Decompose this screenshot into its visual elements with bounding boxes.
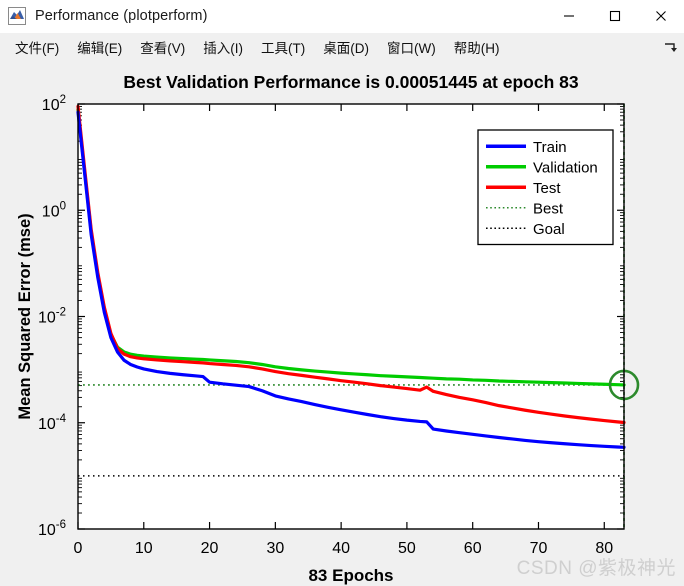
menu-item-desktop[interactable]: 桌面(D) xyxy=(314,35,378,59)
menu-item-edit[interactable]: 编辑(E) xyxy=(68,35,131,59)
chart-title: Best Validation Performance is 0.0005144… xyxy=(123,72,578,92)
menu-item-view[interactable]: 查看(V) xyxy=(131,35,194,59)
close-button[interactable] xyxy=(638,0,684,32)
x-tick-label: 10 xyxy=(135,540,153,557)
x-tick-label: 20 xyxy=(201,540,219,557)
legend-label-train: Train xyxy=(533,139,567,156)
window-controls xyxy=(546,0,684,32)
maximize-button[interactable] xyxy=(592,0,638,32)
plot-figure-area: Best Validation Performance is 0.0005144… xyxy=(0,61,684,586)
legend-label-validation: Validation xyxy=(533,159,598,176)
chart-legend[interactable]: Train Validation Test Best Goal xyxy=(477,129,614,246)
menu-item-tools[interactable]: 工具(T) xyxy=(252,35,314,59)
menu-item-file[interactable]: 文件(F) xyxy=(6,35,68,59)
menu-item-insert[interactable]: 插入(I) xyxy=(194,35,252,59)
x-tick-label: 40 xyxy=(332,540,350,557)
chevron-arrow-icon[interactable] xyxy=(662,40,678,56)
figure-window: Performance (plotperform) 文件(F) 编辑(E) 查看… xyxy=(0,0,684,586)
legend-label-best: Best xyxy=(533,200,564,217)
minimize-button[interactable] xyxy=(546,0,592,32)
y-axis-label: Mean Squared Error (mse) xyxy=(16,213,34,419)
window-title: Performance (plotperform) xyxy=(35,8,208,24)
menu-bar: 文件(F) 编辑(E) 查看(V) 插入(I) 工具(T) 桌面(D) 窗口(W… xyxy=(0,33,684,61)
menu-item-help[interactable]: 帮助(H) xyxy=(445,35,509,59)
x-tick-label: 30 xyxy=(266,540,284,557)
performance-plot[interactable]: Best Validation Performance is 0.0005144… xyxy=(0,61,684,586)
menu-item-window[interactable]: 窗口(W) xyxy=(378,35,445,59)
x-axis-label: 83 Epochs xyxy=(308,566,393,585)
matlab-membrane-icon xyxy=(8,7,26,25)
x-tick-label: 0 xyxy=(74,540,83,557)
legend-label-goal: Goal xyxy=(533,221,565,238)
csdn-watermark: CSDN @紫极神光 xyxy=(516,558,676,579)
window-title-bar: Performance (plotperform) xyxy=(0,0,684,33)
x-tick-label: 60 xyxy=(464,540,482,557)
legend-label-test: Test xyxy=(533,180,561,197)
x-tick-label: 50 xyxy=(398,540,416,557)
